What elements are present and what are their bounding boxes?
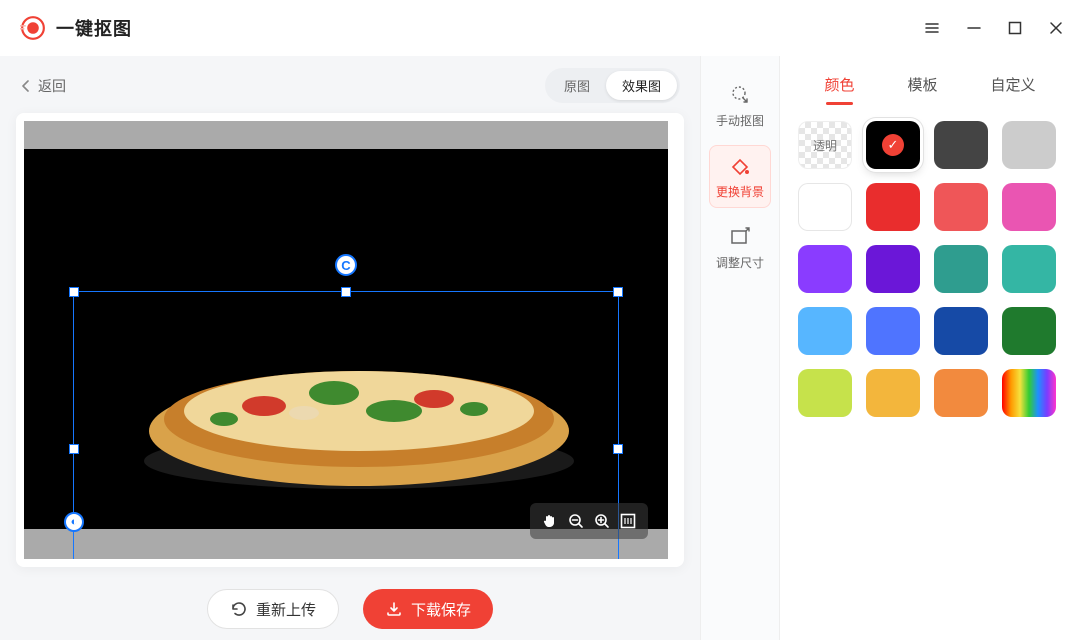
tool-column: 手动抠图 更换背景 调整尺寸 bbox=[700, 56, 780, 640]
minimize-icon[interactable] bbox=[966, 20, 982, 36]
chevron-left-icon bbox=[20, 80, 32, 92]
zoom-toolbar bbox=[530, 503, 648, 539]
right-panel: 颜色 模板 自定义 透明 ✓ bbox=[780, 56, 1080, 640]
swatch-color[interactable] bbox=[934, 121, 988, 169]
workspace: 返回 原图 效果图 bbox=[0, 56, 700, 640]
reupload-label: 重新上传 bbox=[256, 599, 316, 620]
resize-icon bbox=[729, 226, 751, 248]
toggle-result[interactable]: 效果图 bbox=[606, 71, 677, 100]
toggle-original[interactable]: 原图 bbox=[548, 71, 606, 100]
maximize-icon[interactable] bbox=[1008, 21, 1022, 35]
tool-resize-label: 调整尺寸 bbox=[716, 254, 764, 271]
tool-manual-cutout[interactable]: 手动抠图 bbox=[709, 74, 771, 137]
check-icon: ✓ bbox=[882, 134, 904, 156]
tab-custom[interactable]: 自定义 bbox=[988, 70, 1037, 105]
right-tabs: 颜色 模板 自定义 bbox=[798, 70, 1062, 105]
swatch-color[interactable] bbox=[1002, 307, 1056, 355]
download-label: 下载保存 bbox=[411, 599, 471, 620]
zoom-out-icon[interactable] bbox=[564, 509, 588, 533]
swatch-color[interactable] bbox=[798, 245, 852, 293]
view-toggle: 原图 效果图 bbox=[545, 68, 680, 103]
swatch-color[interactable] bbox=[934, 245, 988, 293]
close-icon[interactable] bbox=[1048, 20, 1064, 36]
swatch-color[interactable] bbox=[934, 307, 988, 355]
app-title: 一键抠图 bbox=[56, 15, 132, 41]
canvas[interactable]: C ◐ bbox=[24, 121, 668, 559]
swatch-color[interactable] bbox=[866, 369, 920, 417]
titlebar: 一键抠图 bbox=[0, 0, 1080, 56]
fit-icon[interactable] bbox=[616, 509, 640, 533]
swatch-color[interactable] bbox=[934, 183, 988, 231]
swatch-color[interactable] bbox=[1002, 245, 1056, 293]
hand-tool-icon[interactable] bbox=[538, 509, 562, 533]
app-logo: 一键抠图 bbox=[20, 15, 132, 41]
reupload-button[interactable]: 重新上传 bbox=[207, 589, 339, 629]
tool-replace-background[interactable]: 更换背景 bbox=[709, 145, 771, 208]
swatch-color[interactable] bbox=[866, 307, 920, 355]
window-controls bbox=[924, 20, 1064, 36]
main: 返回 原图 效果图 bbox=[0, 56, 1080, 640]
lasso-icon bbox=[729, 84, 751, 106]
zoom-in-icon[interactable] bbox=[590, 509, 614, 533]
swatch-color[interactable] bbox=[798, 369, 852, 417]
swatch-color[interactable] bbox=[866, 245, 920, 293]
tab-color[interactable]: 颜色 bbox=[822, 70, 856, 105]
download-icon bbox=[385, 600, 403, 618]
swatch-color[interactable] bbox=[798, 183, 852, 231]
download-button[interactable]: 下载保存 bbox=[363, 589, 493, 629]
menu-icon[interactable] bbox=[924, 20, 940, 36]
paint-bucket-icon bbox=[729, 155, 751, 177]
swatch-color[interactable] bbox=[866, 183, 920, 231]
swatch-color[interactable] bbox=[1002, 121, 1056, 169]
swatch-color[interactable] bbox=[934, 369, 988, 417]
swatch-rainbow[interactable] bbox=[1002, 369, 1056, 417]
swatch-color[interactable] bbox=[1002, 183, 1056, 231]
canvas-card: C ◐ bbox=[16, 113, 684, 567]
color-swatch-grid: 透明 ✓ bbox=[798, 121, 1062, 417]
swatch-color[interactable]: ✓ bbox=[866, 121, 920, 169]
back-label: 返回 bbox=[38, 76, 66, 96]
back-button[interactable]: 返回 bbox=[20, 76, 66, 96]
tool-manual-label: 手动抠图 bbox=[716, 112, 764, 129]
tool-resize[interactable]: 调整尺寸 bbox=[709, 216, 771, 279]
logo-icon bbox=[20, 15, 46, 41]
bottom-actions: 重新上传 下载保存 bbox=[16, 589, 684, 629]
refresh-icon bbox=[230, 600, 248, 618]
tool-replace-label: 更换背景 bbox=[716, 183, 764, 200]
swatch-transparent[interactable]: 透明 bbox=[798, 121, 852, 169]
tab-template[interactable]: 模板 bbox=[905, 70, 939, 105]
pizza-image bbox=[134, 311, 584, 491]
swatch-color[interactable] bbox=[798, 307, 852, 355]
